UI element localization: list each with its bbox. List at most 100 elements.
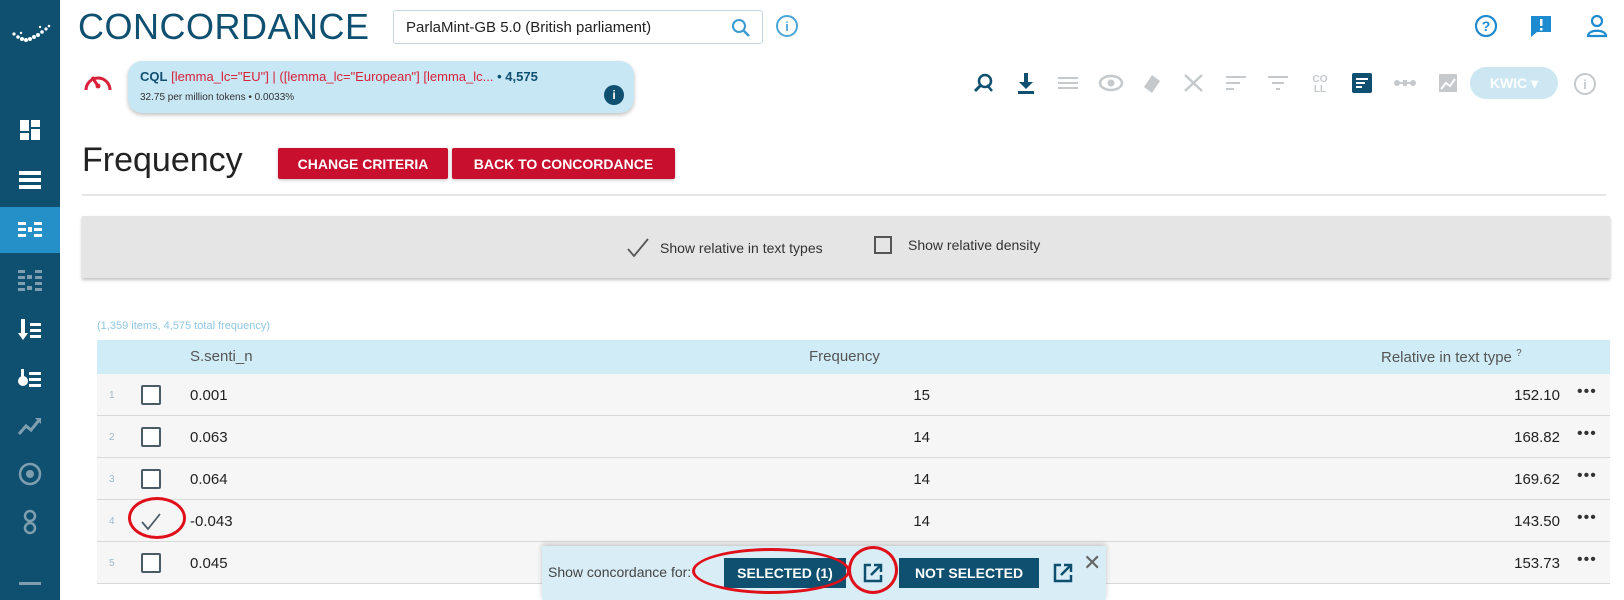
query-summary[interactable]: CQL [lemma_lc="EU"] | ([lemma_lc="Europe… bbox=[128, 61, 634, 113]
column-header-attribute[interactable]: S.senti_n bbox=[190, 348, 253, 365]
row-more-menu[interactable]: ••• bbox=[1577, 383, 1597, 401]
table-row[interactable]: 1 0.001 15 152.10 ••• bbox=[97, 374, 1610, 416]
app-title: CONCORDANCE bbox=[78, 6, 370, 47]
column-header-frequency[interactable]: Frequency bbox=[809, 348, 880, 365]
sidebar-item-ngrams[interactable] bbox=[0, 499, 60, 545]
sidebar bbox=[0, 0, 60, 600]
row-checkbox-checked[interactable] bbox=[141, 511, 161, 531]
ngram-link-icon[interactable] bbox=[1393, 71, 1417, 95]
speedometer-icon bbox=[84, 76, 112, 91]
row-more-menu[interactable]: ••• bbox=[1577, 467, 1597, 485]
ngrams-icon bbox=[23, 509, 37, 535]
row-number: 2 bbox=[109, 432, 115, 443]
gdex-icon[interactable] bbox=[1140, 71, 1164, 95]
option-relative-text-types[interactable]: Show relative in text types bbox=[626, 236, 823, 260]
row-more-menu[interactable]: ••• bbox=[1577, 509, 1597, 527]
back-to-concordance-button[interactable]: BACK TO CONCORDANCE bbox=[452, 148, 675, 179]
relative-density-checkbox[interactable] bbox=[874, 236, 892, 254]
query-info-icon[interactable]: i bbox=[604, 85, 624, 105]
sidebar-item-word-sketch[interactable] bbox=[0, 355, 60, 401]
row-checkbox[interactable] bbox=[141, 469, 161, 489]
corpus-name: ParlaMint-GB 5.0 (British parliament) bbox=[406, 18, 652, 36]
option-relative-text-types-label: Show relative in text types bbox=[660, 240, 823, 256]
row-more-menu[interactable]: ••• bbox=[1577, 551, 1597, 569]
sidebar-item-trends[interactable] bbox=[0, 403, 60, 449]
open-external-icon[interactable] bbox=[1052, 562, 1074, 584]
help-icon[interactable]: ? bbox=[1473, 13, 1499, 39]
row-value[interactable]: 0.064 bbox=[190, 471, 228, 488]
row-relative: 168.82 bbox=[1514, 429, 1560, 446]
sidebar-item-more[interactable] bbox=[0, 560, 60, 600]
frequency-icon[interactable] bbox=[1350, 71, 1374, 95]
row-value[interactable]: 0.001 bbox=[190, 387, 228, 404]
row-relative: 152.10 bbox=[1514, 387, 1560, 404]
word-sketch-icon bbox=[18, 369, 41, 387]
svg-text:?: ? bbox=[1482, 18, 1491, 34]
query-string: [lemma_lc="EU"] | ([lemma_lc="European"]… bbox=[171, 69, 494, 84]
table-row[interactable]: 4 -0.043 14 143.50 ••• bbox=[97, 500, 1610, 542]
view-options-icon[interactable] bbox=[1056, 71, 1080, 95]
frequency-options-panel: Show relative in text types Show relativ… bbox=[82, 216, 1610, 278]
svg-text:LL: LL bbox=[1314, 84, 1326, 95]
column-header-relative-help[interactable]: ? bbox=[1516, 348, 1522, 359]
query-text: CQL [lemma_lc="EU"] | ([lemma_lc="Europe… bbox=[140, 69, 538, 84]
column-header-relative[interactable]: Relative in text type ? bbox=[1381, 348, 1522, 366]
table-row[interactable]: 3 0.064 14 169.62 ••• bbox=[97, 458, 1610, 500]
image-icon[interactable] bbox=[1436, 71, 1460, 95]
option-relative-density[interactable]: Show relative density bbox=[874, 236, 1040, 254]
sidebar-item-parallel-concordance[interactable] bbox=[0, 257, 60, 303]
query-hit-count: • 4,575 bbox=[497, 69, 538, 84]
row-number: 5 bbox=[109, 558, 115, 569]
table-row[interactable]: 2 0.063 14 168.82 ••• bbox=[97, 416, 1610, 458]
row-frequency: 14 bbox=[913, 429, 930, 446]
row-relative: 169.62 bbox=[1514, 471, 1560, 488]
not-selected-button[interactable]: NOT SELECTED bbox=[899, 558, 1039, 588]
search-icon[interactable] bbox=[730, 17, 752, 39]
divider bbox=[82, 194, 1606, 196]
row-value[interactable]: 0.045 bbox=[190, 555, 228, 572]
row-frequency: 15 bbox=[913, 387, 930, 404]
page-title: Frequency bbox=[82, 141, 243, 179]
sidebar-item-list[interactable] bbox=[0, 157, 60, 203]
sidebar-item-concordance[interactable] bbox=[0, 207, 60, 253]
row-more-menu[interactable]: ••• bbox=[1577, 425, 1597, 443]
shuffle-icon[interactable] bbox=[1182, 71, 1206, 95]
user-icon[interactable] bbox=[1584, 13, 1610, 39]
concordance-icon bbox=[18, 222, 42, 237]
sidebar-item-wordlist[interactable] bbox=[0, 307, 60, 353]
sketch-engine-logo[interactable] bbox=[10, 18, 52, 52]
close-icon[interactable]: ✕ bbox=[1083, 550, 1101, 576]
table-header: S.senti_n Frequency Relative in text typ… bbox=[97, 340, 1610, 374]
row-value[interactable]: 0.063 bbox=[190, 429, 228, 446]
row-checkbox[interactable] bbox=[141, 385, 161, 405]
toolbar-info-icon[interactable]: i bbox=[1574, 73, 1596, 95]
row-value[interactable]: -0.043 bbox=[190, 513, 233, 530]
corpus-selector[interactable]: ParlaMint-GB 5.0 (British parliament) bbox=[393, 10, 763, 44]
sort-icon[interactable] bbox=[1224, 71, 1248, 95]
trends-icon bbox=[17, 418, 42, 435]
open-external-icon[interactable] bbox=[862, 562, 884, 584]
selection-action-bar: Show concordance for: SELECTED (1) NOT S… bbox=[542, 546, 1106, 600]
checkmark-icon[interactable] bbox=[626, 236, 650, 260]
parallel-concordance-icon bbox=[18, 270, 42, 291]
dashboard-icon bbox=[20, 120, 40, 140]
option-relative-density-label: Show relative density bbox=[908, 237, 1041, 253]
row-relative: 143.50 bbox=[1514, 513, 1560, 530]
search-concordance-icon[interactable] bbox=[972, 71, 996, 95]
corpus-info-icon[interactable]: i bbox=[776, 15, 798, 37]
sidebar-item-keywords[interactable] bbox=[0, 451, 60, 497]
row-checkbox[interactable] bbox=[141, 553, 161, 573]
filter-icon[interactable] bbox=[1266, 71, 1290, 95]
view-mode-dropdown[interactable]: KWIC ▾ bbox=[1470, 67, 1558, 99]
download-icon[interactable] bbox=[1014, 71, 1038, 95]
row-relative: 153.73 bbox=[1514, 555, 1560, 572]
feedback-icon[interactable] bbox=[1528, 13, 1554, 39]
change-criteria-button[interactable]: CHANGE CRITERIA bbox=[278, 148, 448, 179]
visibility-icon[interactable] bbox=[1098, 71, 1124, 95]
row-frequency: 14 bbox=[913, 513, 930, 530]
selected-button[interactable]: SELECTED (1) bbox=[724, 558, 846, 588]
sidebar-item-dashboard[interactable] bbox=[0, 107, 60, 153]
collocations-icon[interactable]: COLL bbox=[1308, 71, 1332, 95]
row-checkbox[interactable] bbox=[141, 427, 161, 447]
list-icon bbox=[19, 171, 41, 189]
